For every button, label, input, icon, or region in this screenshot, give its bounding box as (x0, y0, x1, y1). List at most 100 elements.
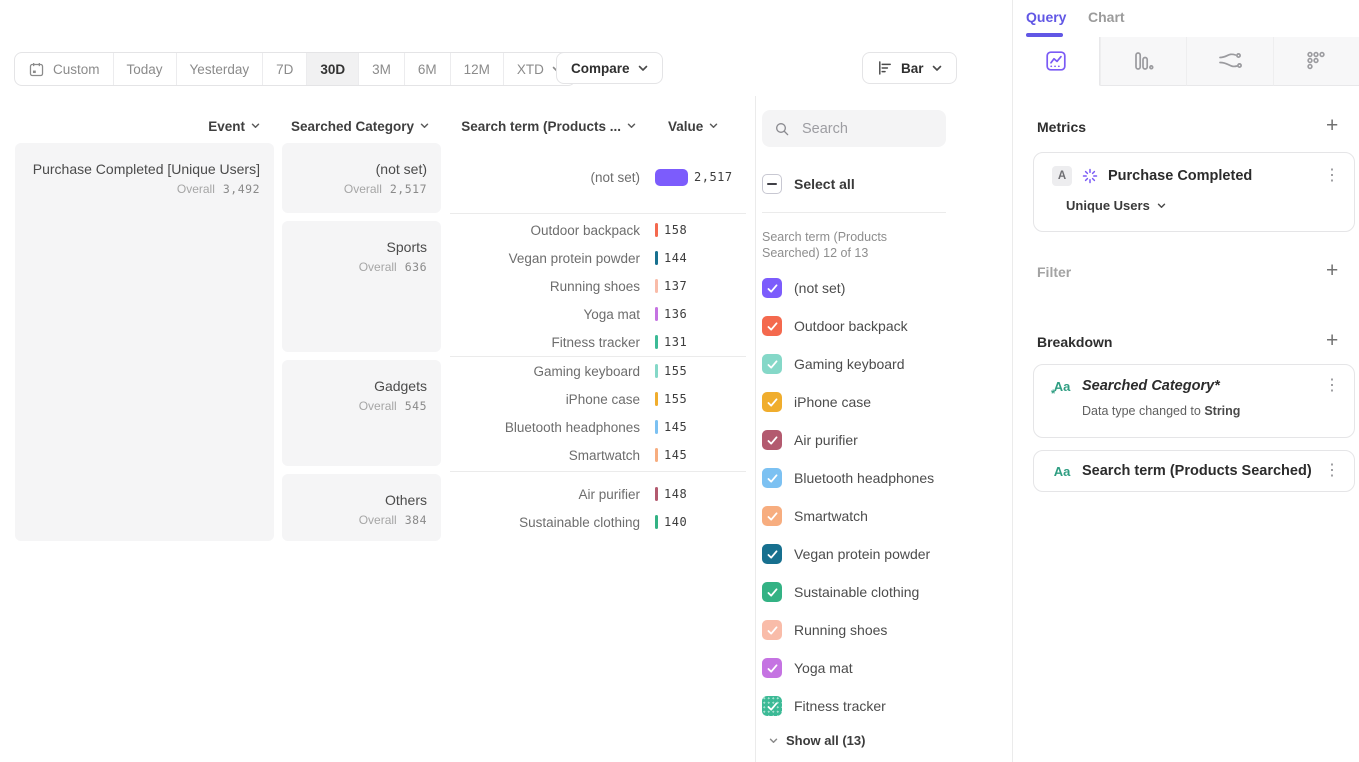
term-row[interactable]: Gaming keyboard 155 (450, 357, 750, 385)
event-cell[interactable]: Purchase Completed [Unique Users] Overal… (15, 143, 274, 541)
metrics-section-header: Metrics (1037, 119, 1086, 135)
group-divider (450, 471, 746, 472)
date-range-6m[interactable]: 6M (405, 53, 451, 85)
checked-checkbox[interactable] (762, 468, 782, 488)
more-options-icon[interactable]: ⋮ (1324, 463, 1340, 479)
tab-retention[interactable] (1273, 37, 1359, 86)
term-row[interactable]: Yoga mat 136 (450, 300, 750, 328)
value-bar (655, 279, 658, 293)
date-range-7d[interactable]: 7D (263, 53, 307, 85)
breakdown-card-searched-category[interactable]: Aa* Searched Category* ⋮ Data type chang… (1033, 364, 1355, 438)
show-all-toggle[interactable]: Show all (13) (769, 733, 865, 748)
retention-dots-icon (1304, 49, 1328, 73)
checked-checkbox[interactable] (762, 544, 782, 564)
event-title: Purchase Completed [Unique Users] (25, 161, 260, 177)
metric-title: Purchase Completed (1108, 168, 1314, 184)
term-row[interactable]: iPhone case 155 (450, 385, 750, 413)
checked-checkbox[interactable] (762, 278, 782, 298)
flows-icon (1217, 49, 1243, 73)
breakdown-card-search-term[interactable]: Aa Search term (Products Searched) ⋮ (1033, 450, 1355, 492)
checked-checkbox[interactable] (762, 430, 782, 450)
query-view-tabs (1013, 37, 1359, 86)
category-cell-others[interactable]: Others Overall384 (282, 474, 441, 541)
date-range-today[interactable]: Today (114, 53, 177, 85)
chevron-down-icon (638, 65, 648, 72)
value-bar (655, 251, 658, 265)
term-row[interactable]: Vegan protein powder 144 (450, 244, 750, 272)
date-range-custom[interactable]: Custom (15, 53, 114, 85)
term-row[interactable]: (not set) 2,517 (450, 163, 750, 191)
date-range-30d-selected[interactable]: 30D (307, 53, 359, 85)
value-bar (655, 420, 658, 434)
tab-bar-chart[interactable] (1100, 37, 1187, 86)
filter-item[interactable]: Fitness tracker (762, 696, 886, 716)
add-filter-button[interactable]: + (1326, 260, 1338, 281)
checked-checkbox[interactable] (762, 582, 782, 602)
checked-checkbox[interactable] (762, 620, 782, 640)
checked-checkbox[interactable] (762, 392, 782, 412)
breakdown-subtitle: Data type changed to String (1034, 404, 1354, 418)
term-row[interactable]: Air purifier 148 (450, 480, 750, 508)
tab-insights[interactable] (1013, 37, 1100, 86)
select-all-label: Select all (794, 176, 855, 192)
date-range-label: Custom (53, 62, 100, 77)
search-input[interactable] (800, 120, 929, 138)
chart-type-dropdown[interactable]: Bar (862, 52, 957, 84)
category-cell-gadgets[interactable]: Gadgets Overall545 (282, 360, 441, 466)
event-sparkle-icon (1082, 168, 1098, 184)
chevron-down-icon (251, 123, 260, 129)
category-cell-sports[interactable]: Sports Overall636 (282, 221, 441, 352)
metric-measurement-dropdown[interactable]: Unique Users (1034, 198, 1354, 213)
event-overall: Overall 3,492 (25, 182, 260, 196)
value-bar (655, 169, 688, 186)
more-options-icon[interactable]: ⋮ (1324, 378, 1340, 394)
filter-item[interactable]: Gaming keyboard (762, 354, 905, 374)
column-header-event[interactable]: Event (15, 117, 260, 135)
term-row[interactable]: Outdoor backpack 158 (450, 216, 750, 244)
date-range-3m[interactable]: 3M (359, 53, 405, 85)
filter-item[interactable]: Running shoes (762, 620, 887, 640)
value-bar (655, 307, 658, 321)
column-header-value[interactable]: Value (668, 117, 718, 135)
value-bar (655, 487, 658, 501)
filter-item[interactable]: (not set) (762, 278, 845, 298)
checked-checkbox[interactable] (762, 696, 782, 716)
filter-item[interactable]: Smartwatch (762, 506, 868, 526)
checked-checkbox[interactable] (762, 316, 782, 336)
term-row[interactable]: Fitness tracker 131 (450, 328, 750, 356)
column-header-search-term[interactable]: Search term (Products ... (400, 117, 636, 135)
value-bar (655, 364, 658, 378)
filter-item[interactable]: Sustainable clothing (762, 582, 919, 602)
term-row[interactable]: Running shoes 137 (450, 272, 750, 300)
more-options-icon[interactable]: ⋮ (1324, 168, 1340, 184)
date-range-12m[interactable]: 12M (451, 53, 504, 85)
compare-button[interactable]: Compare (556, 52, 663, 84)
breakdown-title: Search term (Products Searched) (1082, 463, 1314, 479)
checked-checkbox[interactable] (762, 506, 782, 526)
select-all-checkbox[interactable] (762, 174, 782, 194)
metric-card[interactable]: A Purchase Completed ⋮ Unique Users (1033, 152, 1355, 232)
add-breakdown-button[interactable]: + (1326, 330, 1338, 351)
filter-item[interactable]: iPhone case (762, 392, 871, 412)
add-metric-button[interactable]: + (1326, 115, 1338, 136)
tab-query[interactable]: Query (1026, 9, 1066, 25)
filter-item[interactable]: Air purifier (762, 430, 858, 450)
tab-chart[interactable]: Chart (1088, 9, 1125, 25)
term-row[interactable]: Bluetooth headphones 145 (450, 413, 750, 441)
query-panel-border (1012, 0, 1013, 762)
filter-item[interactable]: Vegan protein powder (762, 544, 930, 564)
date-range-yesterday[interactable]: Yesterday (177, 53, 264, 85)
select-all-row[interactable]: Select all (762, 174, 855, 194)
filter-item[interactable]: Bluetooth headphones (762, 468, 934, 488)
category-cell-not-set[interactable]: (not set) Overall2,517 (282, 143, 441, 213)
term-row[interactable]: Sustainable clothing 140 (450, 508, 750, 536)
search-box[interactable] (762, 110, 946, 147)
metric-letter-badge: A (1052, 166, 1072, 186)
checked-checkbox[interactable] (762, 658, 782, 678)
checked-checkbox[interactable] (762, 354, 782, 374)
filter-item[interactable]: Yoga mat (762, 658, 853, 678)
term-row[interactable]: Smartwatch 145 (450, 441, 750, 469)
tab-flows[interactable] (1186, 37, 1273, 86)
chevron-down-icon (709, 123, 718, 129)
filter-item[interactable]: Outdoor backpack (762, 316, 908, 336)
